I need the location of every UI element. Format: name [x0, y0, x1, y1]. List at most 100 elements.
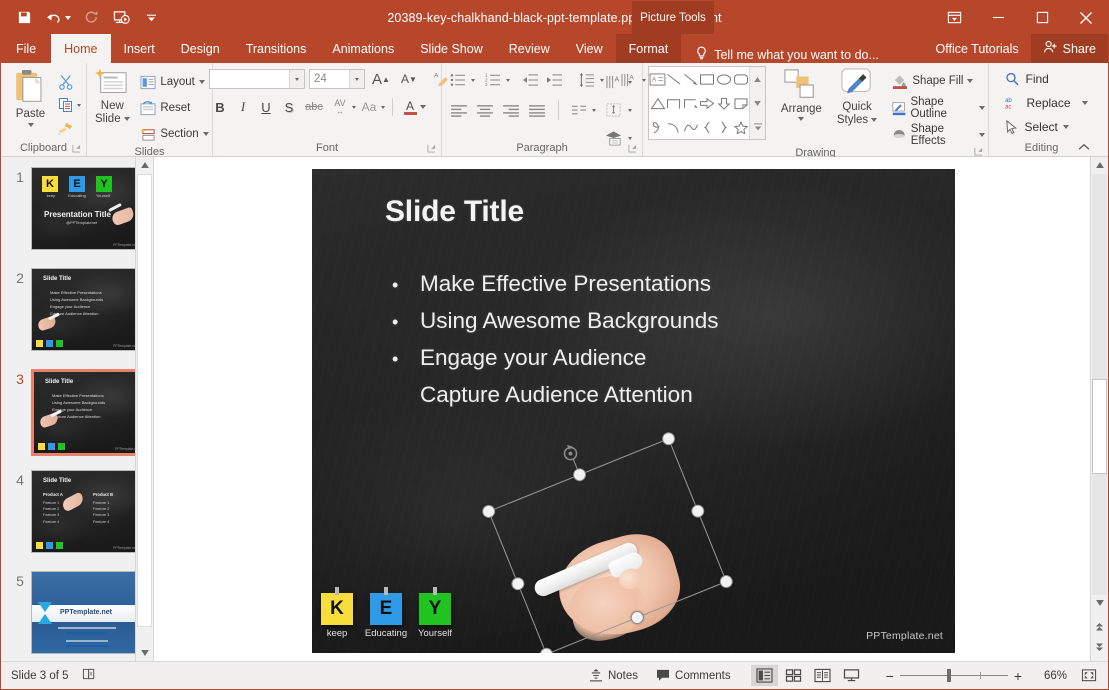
view-slide-sorter-button[interactable] [780, 665, 807, 686]
current-slide[interactable]: Slide Title • Make Effective Presentatio… [312, 169, 955, 653]
shape-fill-caret[interactable] [967, 79, 973, 83]
align-right-button[interactable] [499, 99, 523, 121]
slide-counter[interactable]: Slide 3 of 5 [11, 670, 69, 682]
align-text-button[interactable]: A [603, 71, 625, 93]
collapse-ribbon-button[interactable] [1078, 142, 1090, 154]
change-case-caret[interactable] [381, 106, 385, 109]
comments-button[interactable]: Comments [648, 665, 739, 686]
minimize-icon[interactable] [976, 1, 1020, 34]
close-icon[interactable] [1064, 1, 1108, 34]
tab-format[interactable]: Format [616, 34, 682, 63]
text-box-align-caret[interactable] [628, 109, 632, 112]
bullets-button[interactable] [447, 69, 469, 91]
shape-elbow-connector[interactable] [666, 91, 683, 115]
italic-button[interactable]: I [232, 96, 254, 118]
shapes-scroll-down[interactable] [750, 91, 765, 115]
numbering-caret[interactable] [506, 79, 510, 82]
tab-transitions[interactable]: Transitions [233, 34, 320, 63]
line-spacing-button[interactable] [576, 69, 598, 91]
bold-button[interactable]: B [209, 96, 231, 118]
thumbnail-slide-4[interactable]: 4 Slide Title Product A Feature 1 Featur… [9, 470, 141, 553]
shape-effects-caret[interactable] [979, 133, 985, 137]
thumbnail-scroll-down[interactable] [137, 645, 152, 661]
view-reading-button[interactable] [809, 665, 836, 686]
font-color-caret[interactable] [420, 105, 426, 109]
tab-insert[interactable]: Insert [111, 34, 168, 63]
shape-textbox[interactable]: A [649, 67, 666, 91]
tab-home[interactable]: Home [51, 34, 110, 63]
zoom-slider[interactable]: − + [880, 668, 1028, 684]
arrange-caret[interactable] [798, 117, 804, 121]
shape-arrow[interactable] [683, 67, 700, 91]
font-name-combo[interactable] [209, 69, 305, 89]
shape-outline-button[interactable]: Shape Outline [889, 96, 988, 120]
character-spacing-button[interactable]: AV ↔ [328, 96, 352, 118]
slide-scroll-up[interactable] [1092, 157, 1107, 173]
paragraph-dialog-launcher[interactable] [628, 144, 637, 153]
thumbnail-slide-3[interactable]: 3 Slide Title Make Effective Presentatio… [9, 369, 145, 456]
thumbnail-slide-2[interactable]: 2 Slide Title Make Effective Presentatio… [9, 268, 141, 351]
font-size-combo[interactable]: 24 [309, 69, 365, 89]
strikethrough-button[interactable]: abc [301, 96, 327, 118]
fit-slide-to-window-button[interactable] [1075, 665, 1102, 686]
thumbnail-slide-5[interactable]: 5 PPTemplate.net [9, 571, 141, 654]
shape-fill-button[interactable]: Shape Fill [889, 69, 988, 93]
tab-view[interactable]: View [563, 34, 616, 63]
align-left-button[interactable] [447, 99, 471, 121]
thumbnail-slide-1[interactable]: 1 K E Y keepEducatingYourself Presentati… [9, 167, 141, 250]
shape-effects-button[interactable]: Shape Effects [889, 123, 988, 147]
thumbnail-scroll-track[interactable] [137, 174, 152, 627]
zoom-level-label[interactable]: 66% [1035, 670, 1067, 682]
thumbnail-preview-2[interactable]: Slide Title Make Effective Presentations… [31, 268, 141, 351]
find-button[interactable]: Find [1001, 67, 1048, 91]
paste-button[interactable]: Paste [7, 67, 55, 127]
font-name-caret[interactable] [289, 70, 304, 88]
increase-indent-button[interactable] [544, 69, 566, 91]
share-button[interactable]: Share [1031, 34, 1108, 63]
shape-triangle[interactable] [649, 91, 666, 115]
align-center-button[interactable] [473, 99, 497, 121]
restore-icon[interactable] [1020, 1, 1064, 34]
decrease-font-size-button[interactable]: A▼ [397, 68, 421, 90]
clipboard-dialog-launcher[interactable] [72, 144, 81, 153]
tell-me-box[interactable]: Tell me what you want to do... [681, 46, 879, 63]
font-size-caret[interactable] [349, 70, 364, 88]
quick-styles-caret[interactable] [871, 118, 877, 122]
text-box-align-button[interactable] [603, 99, 625, 121]
shape-star[interactable] [732, 115, 749, 139]
zoom-out-button[interactable]: − [880, 668, 900, 684]
paste-dropdown-caret[interactable] [28, 123, 34, 127]
shape-right-brace[interactable] [716, 115, 733, 139]
columns-button[interactable] [568, 99, 590, 121]
shape-curve[interactable] [666, 115, 683, 139]
thumbnail-preview-5[interactable]: PPTemplate.net [31, 571, 141, 654]
shape-scribble[interactable] [649, 115, 666, 139]
slide-scroll-down[interactable] [1092, 595, 1107, 611]
shape-rectangle[interactable] [699, 67, 716, 91]
view-slide-show-button[interactable] [838, 665, 865, 686]
thumbnail-preview-4[interactable]: Slide Title Product A Feature 1 Feature … [31, 470, 141, 553]
zoom-track[interactable] [900, 675, 1008, 676]
copy-dropdown-caret[interactable] [77, 104, 81, 107]
underline-button[interactable]: U [255, 96, 277, 118]
copy-button[interactable] [55, 94, 77, 116]
replace-caret[interactable] [1082, 101, 1088, 105]
shape-line[interactable] [666, 67, 683, 91]
slide-scroll-thumb[interactable] [1092, 379, 1107, 474]
shape-rounded-rectangle[interactable] [732, 67, 749, 91]
bullets-caret[interactable] [471, 79, 475, 82]
new-slide-button[interactable]: New Slide [87, 67, 137, 125]
thumbnail-scrollbar[interactable] [135, 157, 153, 661]
thumbnail-scroll-up[interactable] [137, 157, 152, 173]
shape-right-arrow[interactable] [699, 91, 716, 115]
undo-dropdown-caret[interactable] [65, 16, 71, 20]
char-spacing-caret[interactable] [352, 106, 356, 109]
tab-file[interactable]: File [1, 34, 51, 63]
slide-thumbnail-pane[interactable]: 1 K E Y keepEducatingYourself Presentati… [1, 157, 154, 661]
save-icon[interactable] [15, 8, 34, 27]
slideshow-icon[interactable] [112, 8, 131, 27]
shape-folded-corner[interactable] [732, 91, 749, 115]
cut-button[interactable] [55, 71, 77, 93]
zoom-knob[interactable] [947, 669, 951, 682]
notes-button[interactable]: Notes [581, 665, 646, 686]
